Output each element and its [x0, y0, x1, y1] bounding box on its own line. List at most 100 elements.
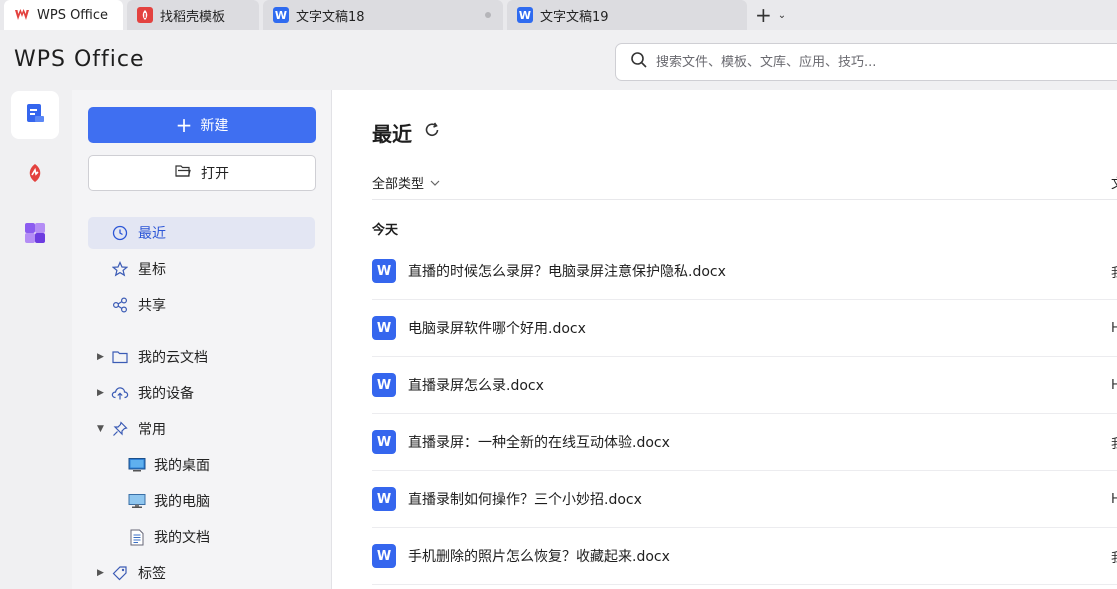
sidebar-item-computer[interactable]: 我的电脑 — [128, 485, 210, 517]
expand-arrow-icon[interactable]: ▶ — [97, 352, 104, 362]
word-doc-icon: W — [372, 316, 396, 340]
tab-doc-18[interactable]: W 文字文稿18 — [263, 0, 503, 30]
new-button[interactable]: + 新建 — [88, 107, 316, 143]
clock-icon — [110, 223, 130, 243]
cloud-upload-icon — [110, 383, 130, 403]
word-doc-icon: W — [273, 7, 289, 23]
tag-icon — [110, 563, 130, 583]
file-column-value: H — [1111, 377, 1117, 393]
documents-icon — [24, 102, 46, 128]
file-column-value: H — [1111, 491, 1117, 507]
sidebar-item-label: 我的桌面 — [154, 458, 210, 474]
sidebar-item-shared[interactable]: 共享 — [88, 289, 315, 321]
word-doc-icon: W — [372, 430, 396, 454]
file-row[interactable]: W 电脑录屏软件哪个好用.docx H — [372, 300, 1117, 357]
sidebar-item-desktop[interactable]: 我的桌面 — [128, 449, 210, 481]
folder-open-icon — [175, 164, 201, 182]
plus-icon: + — [755, 3, 772, 27]
wps-logo-icon — [14, 7, 30, 23]
sidebar-item-recent[interactable]: 最近 — [88, 217, 315, 249]
search-input[interactable] — [656, 54, 1076, 70]
refresh-icon[interactable] — [424, 122, 440, 143]
file-row[interactable]: W 直播的时候怎么录屏？电脑录屏注意保护隐私.docx 我 — [372, 243, 1117, 300]
tab-wps-office[interactable]: WPS Office — [4, 0, 123, 30]
tab-label: 文字文稿18 — [296, 9, 365, 25]
file-row[interactable]: W 直播录屏：一种全新的在线互动体验.docx 我 — [372, 414, 1117, 471]
sidebar-item-devices[interactable]: ▶ 我的设备 — [88, 377, 315, 409]
unsaved-dot-icon — [485, 12, 491, 18]
tab-doc-19[interactable]: W 文字文稿19 — [507, 0, 747, 30]
chevron-down-icon[interactable]: ⌄ — [778, 10, 786, 21]
word-doc-icon: W — [372, 259, 396, 283]
tab-label: 找稻壳模板 — [160, 9, 226, 25]
document-icon — [128, 528, 146, 546]
computer-icon — [128, 492, 146, 510]
word-doc-icon: W — [372, 373, 396, 397]
sidebar-item-label: 我的云文档 — [138, 350, 208, 366]
docer-icon — [25, 163, 45, 187]
file-column-value: H — [1111, 320, 1117, 336]
sidebar: + 新建 打开 最近 星标 共享 ▶ 我的云文档 ▶ 我的设备 ▼ 常用 我的桌… — [72, 90, 332, 589]
expand-arrow-icon[interactable]: ▶ — [97, 568, 104, 578]
group-label-today: 今天 — [372, 223, 399, 238]
tab-label: 文字文稿19 — [540, 9, 609, 25]
expand-arrow-icon[interactable]: ▶ — [97, 388, 104, 398]
page-title-text: 最近 — [372, 122, 412, 146]
apps-icon — [24, 222, 46, 248]
search-box[interactable] — [615, 43, 1117, 81]
new-button-label: 新建 — [200, 118, 229, 134]
divider — [372, 199, 1117, 200]
file-name: 直播的时候怎么录屏？电脑录屏注意保护隐私.docx — [408, 264, 726, 280]
file-column-value: 我 — [1111, 262, 1117, 281]
sidebar-item-label: 我的电脑 — [154, 494, 210, 510]
page-title: 最近 — [372, 118, 440, 147]
share-icon — [110, 295, 130, 315]
sidebar-item-tags[interactable]: ▶ 标签 — [88, 557, 315, 589]
chevron-down-icon — [430, 175, 440, 190]
type-filter-dropdown[interactable]: 全部类型 — [372, 173, 440, 192]
file-name: 手机删除的照片怎么恢复？收藏起来.docx — [408, 549, 670, 565]
open-button[interactable]: 打开 — [88, 155, 316, 191]
file-row[interactable]: W 直播录屏怎么录.docx H — [372, 357, 1117, 414]
sidebar-item-frequent[interactable]: ▼ 常用 — [88, 413, 315, 445]
sidebar-item-label: 我的设备 — [138, 386, 194, 402]
open-button-label: 打开 — [201, 166, 229, 182]
column-header[interactable]: 文 — [1111, 173, 1117, 192]
folder-icon — [110, 347, 130, 367]
sidebar-item-label: 最近 — [138, 226, 166, 242]
word-doc-icon: W — [372, 487, 396, 511]
plus-icon: + — [175, 113, 193, 137]
app-logo: WPS Office — [14, 47, 145, 72]
file-name: 直播录制如何操作？三个小妙招.docx — [408, 492, 642, 508]
sidebar-item-label: 共享 — [138, 298, 166, 314]
pin-icon — [110, 419, 130, 439]
filter-label: 全部类型 — [372, 177, 425, 192]
collapse-arrow-icon[interactable]: ▼ — [97, 424, 104, 434]
file-column-value: 我 — [1111, 433, 1117, 452]
new-tab-button[interactable]: + ⌄ — [755, 3, 786, 27]
word-doc-icon: W — [517, 7, 533, 23]
sidebar-item-label: 标签 — [138, 566, 166, 582]
docer-icon — [137, 7, 153, 23]
sidebar-item-label: 常用 — [138, 422, 166, 438]
file-name: 电脑录屏软件哪个好用.docx — [408, 321, 586, 337]
sidebar-item-documents[interactable]: 我的文档 — [128, 521, 210, 553]
word-doc-icon: W — [372, 544, 396, 568]
file-name: 直播录屏：一种全新的在线互动体验.docx — [408, 435, 670, 451]
file-row[interactable]: W 直播录制如何操作？三个小妙招.docx H — [372, 471, 1117, 528]
tab-label: WPS Office — [37, 7, 109, 23]
rail-docer[interactable] — [11, 151, 59, 199]
rail-apps[interactable] — [11, 211, 59, 259]
rail-documents[interactable] — [11, 91, 59, 139]
desktop-icon — [128, 456, 146, 474]
file-column-value: 我 — [1111, 547, 1117, 566]
sidebar-item-cloud-docs[interactable]: ▶ 我的云文档 — [88, 341, 315, 373]
file-name: 直播录屏怎么录.docx — [408, 378, 544, 394]
star-icon — [110, 259, 130, 279]
sidebar-item-starred[interactable]: 星标 — [88, 253, 315, 285]
sidebar-item-label: 星标 — [138, 262, 166, 278]
main-content: 最近 全部类型 文 今天 W 直播的时候怎么录屏？电脑录屏注意保护隐私.docx… — [332, 90, 1117, 589]
sidebar-item-label: 我的文档 — [154, 530, 210, 546]
file-row[interactable]: W 手机删除的照片怎么恢复？收藏起来.docx 我 — [372, 528, 1117, 585]
tab-docer-templates[interactable]: 找稻壳模板 — [127, 0, 259, 30]
